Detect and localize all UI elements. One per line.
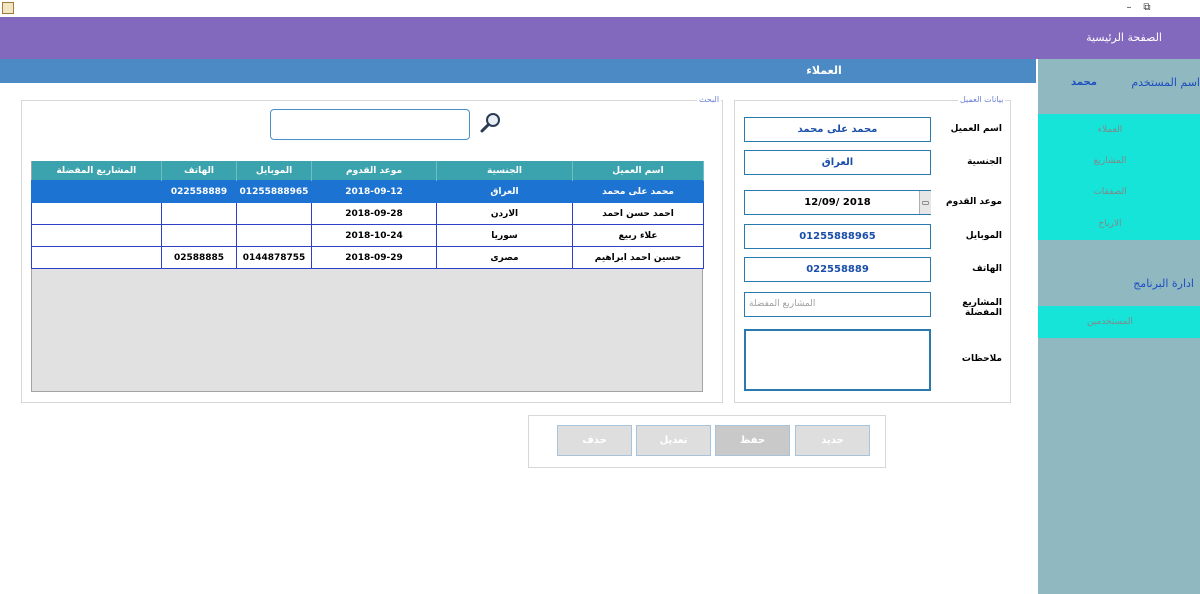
- nationality-field[interactable]: العراق: [744, 150, 931, 175]
- column-header[interactable]: الهاتف: [161, 161, 237, 181]
- edit-button[interactable]: تعديل: [636, 425, 711, 456]
- cell-date: 2018-09-29: [311, 246, 437, 269]
- favorite-projects-label: المشاريع المفضلة: [962, 298, 1002, 318]
- cell-mobile: 0144878755: [236, 246, 312, 269]
- notes-textarea[interactable]: [744, 329, 931, 391]
- sidebar-item-users[interactable]: المستخدمين: [1040, 317, 1180, 327]
- sidebar-item-customers[interactable]: العملاء: [1040, 125, 1180, 135]
- arrival-date-field[interactable]: 12/09/ 2018: [744, 190, 931, 215]
- nationality-label: الجنسية: [967, 157, 1002, 167]
- arrival-date-label: موعد القدوم: [945, 197, 1002, 207]
- user-label: اسم المستخدم: [1131, 76, 1200, 89]
- calendar-icon[interactable]: ▭: [919, 191, 931, 214]
- search-icon[interactable]: [479, 111, 503, 135]
- table-row[interactable]: 02588885 0144878755 2018-09-29 مصرى حسين…: [31, 246, 704, 269]
- user-name: محمد: [1071, 77, 1097, 88]
- sidebar-item-profits[interactable]: الارباح: [1040, 219, 1180, 229]
- phone-field[interactable]: 022558889: [744, 257, 931, 282]
- name-field[interactable]: محمد على محمد: [744, 117, 931, 142]
- name-label: اسم العميل: [950, 124, 1002, 134]
- cell-fav: [31, 246, 162, 269]
- cell-mobile: [236, 202, 312, 225]
- column-header[interactable]: المشاريع المفضلة: [31, 161, 162, 181]
- admin-section-label: ادارة البرنامج: [1133, 277, 1194, 290]
- cell-date: 2018-09-12: [311, 180, 437, 203]
- new-button[interactable]: جديد: [795, 425, 870, 456]
- cell-name: حسين احمد ابراهيم: [572, 246, 704, 269]
- home-link[interactable]: الصفحة الرئيسية: [1086, 31, 1162, 44]
- column-header[interactable]: اسم العميل: [572, 161, 704, 181]
- cell-name: محمد على محمد: [572, 180, 704, 203]
- table-header-row: المشاريع المفضلة الهاتف الموبايل موعد ال…: [31, 161, 704, 181]
- cell-mobile: [236, 224, 312, 247]
- column-header[interactable]: موعد القدوم: [311, 161, 437, 181]
- page-title: العملاء: [806, 64, 842, 77]
- app-header: [0, 17, 1200, 59]
- save-button[interactable]: حفظ: [715, 425, 790, 456]
- cell-phone: [161, 224, 237, 247]
- search-panel-legend: البحث: [697, 95, 722, 104]
- restore-button[interactable]: ⧉: [1136, 0, 1158, 16]
- customers-table: المشاريع المفضلة الهاتف الموبايل موعد ال…: [31, 161, 704, 269]
- cell-name: علاء ربيع: [572, 224, 704, 247]
- column-header[interactable]: الموبايل: [236, 161, 312, 181]
- column-header[interactable]: الجنسية: [436, 161, 573, 181]
- cell-name: احمد حسن احمد: [572, 202, 704, 225]
- java-app-icon: [2, 2, 14, 14]
- cell-phone: 02588885: [161, 246, 237, 269]
- cell-fav: [31, 202, 162, 225]
- cell-mobile: 01255888965: [236, 180, 312, 203]
- sidebar-item-projects[interactable]: المشاريع: [1040, 156, 1180, 166]
- delete-button[interactable]: حذف: [557, 425, 632, 456]
- sidebar-item-deals[interactable]: الصفقات: [1040, 187, 1180, 197]
- favorite-projects-field[interactable]: المشاريع المفضلة: [744, 292, 931, 317]
- customer-panel-legend: بيانات العميل: [958, 95, 1006, 104]
- cell-phone: 022558889: [161, 180, 237, 203]
- cell-date: 2018-09-28: [311, 202, 437, 225]
- cell-fav: [31, 224, 162, 247]
- window-title-bar: [0, 0, 1200, 17]
- cell-phone: [161, 202, 237, 225]
- table-row[interactable]: 022558889 01255888965 2018-09-12 العراق …: [31, 180, 704, 203]
- cell-nationality: مصرى: [436, 246, 573, 269]
- mobile-label: الموبايل: [965, 231, 1002, 241]
- phone-label: الهاتف: [972, 264, 1002, 274]
- mobile-field[interactable]: 01255888965: [744, 224, 931, 249]
- cell-date: 2018-10-24: [311, 224, 437, 247]
- table-row[interactable]: 2018-10-24 سوريا علاء ربيع: [31, 224, 704, 247]
- cell-nationality: العراق: [436, 180, 573, 203]
- table-row[interactable]: 2018-09-28 الاردن احمد حسن احمد: [31, 202, 704, 225]
- cell-fav: [31, 180, 162, 203]
- search-input[interactable]: [270, 109, 470, 140]
- notes-label: ملاحظات: [961, 354, 1002, 364]
- cell-nationality: الاردن: [436, 202, 573, 225]
- cell-nationality: سوريا: [436, 224, 573, 247]
